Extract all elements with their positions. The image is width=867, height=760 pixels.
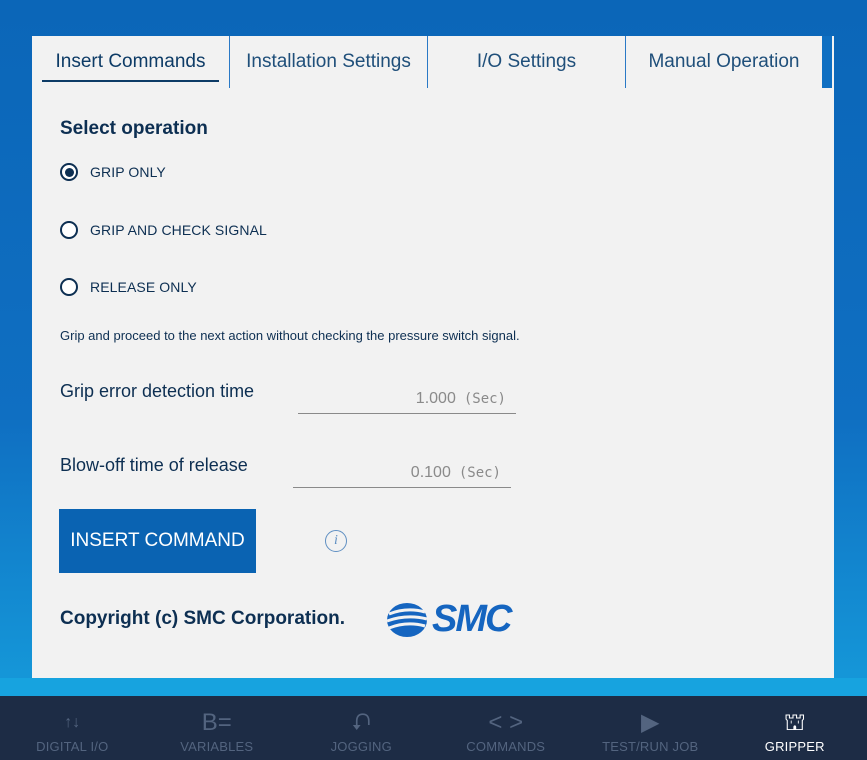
nav-test-run-job[interactable]: ▶ TEST/RUN JOB	[578, 696, 723, 760]
tab-bar: Insert Commands Installation Settings I/…	[32, 36, 832, 88]
radio-selected-dot	[64, 167, 74, 177]
radio-label: GRIP AND CHECK SIGNAL	[90, 222, 267, 238]
field-unit: (Sec)	[463, 390, 506, 407]
blow-off-time-input[interactable]: 0.100 (Sec)	[293, 458, 511, 488]
nav-label: GRIPPER	[764, 739, 825, 754]
operation-description: Grip and proceed to the next action with…	[60, 328, 520, 343]
insert-command-button[interactable]: INSERT COMMAND	[59, 509, 256, 573]
nav-variables[interactable]: B= VARIABLES	[145, 696, 290, 760]
nav-gripper[interactable]: ⛫ GRIPPER	[723, 696, 867, 760]
radio-button[interactable]	[60, 163, 78, 181]
nav-label: DIGITAL I/O	[36, 739, 109, 754]
gripper-icon: ⛫	[783, 709, 806, 736]
bottom-navigation: ↑↓ DIGITAL I/O B= VARIABLES ⮏ JOGGING < …	[0, 696, 867, 760]
nav-digital-io[interactable]: ↑↓ DIGITAL I/O	[0, 696, 145, 760]
copyright-text: Copyright (c) SMC Corporation.	[60, 608, 345, 629]
active-tab-indicator	[42, 80, 219, 82]
field-unit: (Sec)	[458, 464, 501, 481]
nav-commands[interactable]: < > COMMANDS	[434, 696, 579, 760]
gripper-panel: Insert Commands Installation Settings I/…	[32, 36, 834, 678]
field-value: 1.000	[415, 389, 456, 407]
radio-button[interactable]	[60, 221, 78, 239]
tab-io-settings[interactable]: I/O Settings	[428, 36, 626, 88]
tab-label: Insert Commands	[55, 51, 206, 72]
section-title: Select operation	[60, 118, 208, 139]
smc-logo: SMC	[384, 598, 512, 641]
nav-jogging[interactable]: ⮏ JOGGING	[289, 696, 434, 760]
jogging-icon: ⮏	[351, 709, 371, 736]
radio-grip-only[interactable]: GRIP ONLY	[60, 163, 166, 181]
tab-installation-settings[interactable]: Installation Settings	[230, 36, 428, 88]
nav-label: JOGGING	[330, 739, 392, 754]
grip-error-label: Grip error detection time	[60, 381, 255, 401]
smc-globe-icon	[386, 602, 428, 637]
info-icon[interactable]: i	[325, 530, 347, 552]
frame-background	[0, 678, 867, 696]
tab-bar-filler	[822, 36, 832, 88]
digital-io-icon: ↑↓	[64, 714, 81, 731]
nav-label: VARIABLES	[180, 739, 254, 754]
radio-label: GRIP ONLY	[90, 164, 166, 180]
blow-off-label: Blow-off time of release	[60, 455, 248, 475]
tab-manual-operation[interactable]: Manual Operation	[626, 36, 822, 88]
tab-insert-commands[interactable]: Insert Commands	[32, 36, 230, 88]
field-value: 0.100	[410, 463, 451, 481]
tab-label: I/O Settings	[476, 51, 577, 72]
grip-error-time-input[interactable]: 1.000 (Sec)	[298, 384, 516, 414]
commands-icon: < >	[488, 709, 524, 736]
nav-label: TEST/RUN JOB	[602, 739, 699, 754]
tab-label: Installation Settings	[246, 51, 411, 72]
smc-logo-text: SMC	[432, 598, 512, 640]
radio-button[interactable]	[60, 278, 78, 296]
radio-grip-and-check-signal[interactable]: GRIP AND CHECK SIGNAL	[60, 221, 267, 239]
radio-label: RELEASE ONLY	[90, 279, 197, 295]
nav-label: COMMANDS	[466, 739, 546, 754]
tab-label: Manual Operation	[648, 51, 800, 72]
radio-release-only[interactable]: RELEASE ONLY	[60, 278, 197, 296]
variables-icon: B=	[201, 709, 232, 736]
play-icon: ▶	[641, 709, 660, 736]
